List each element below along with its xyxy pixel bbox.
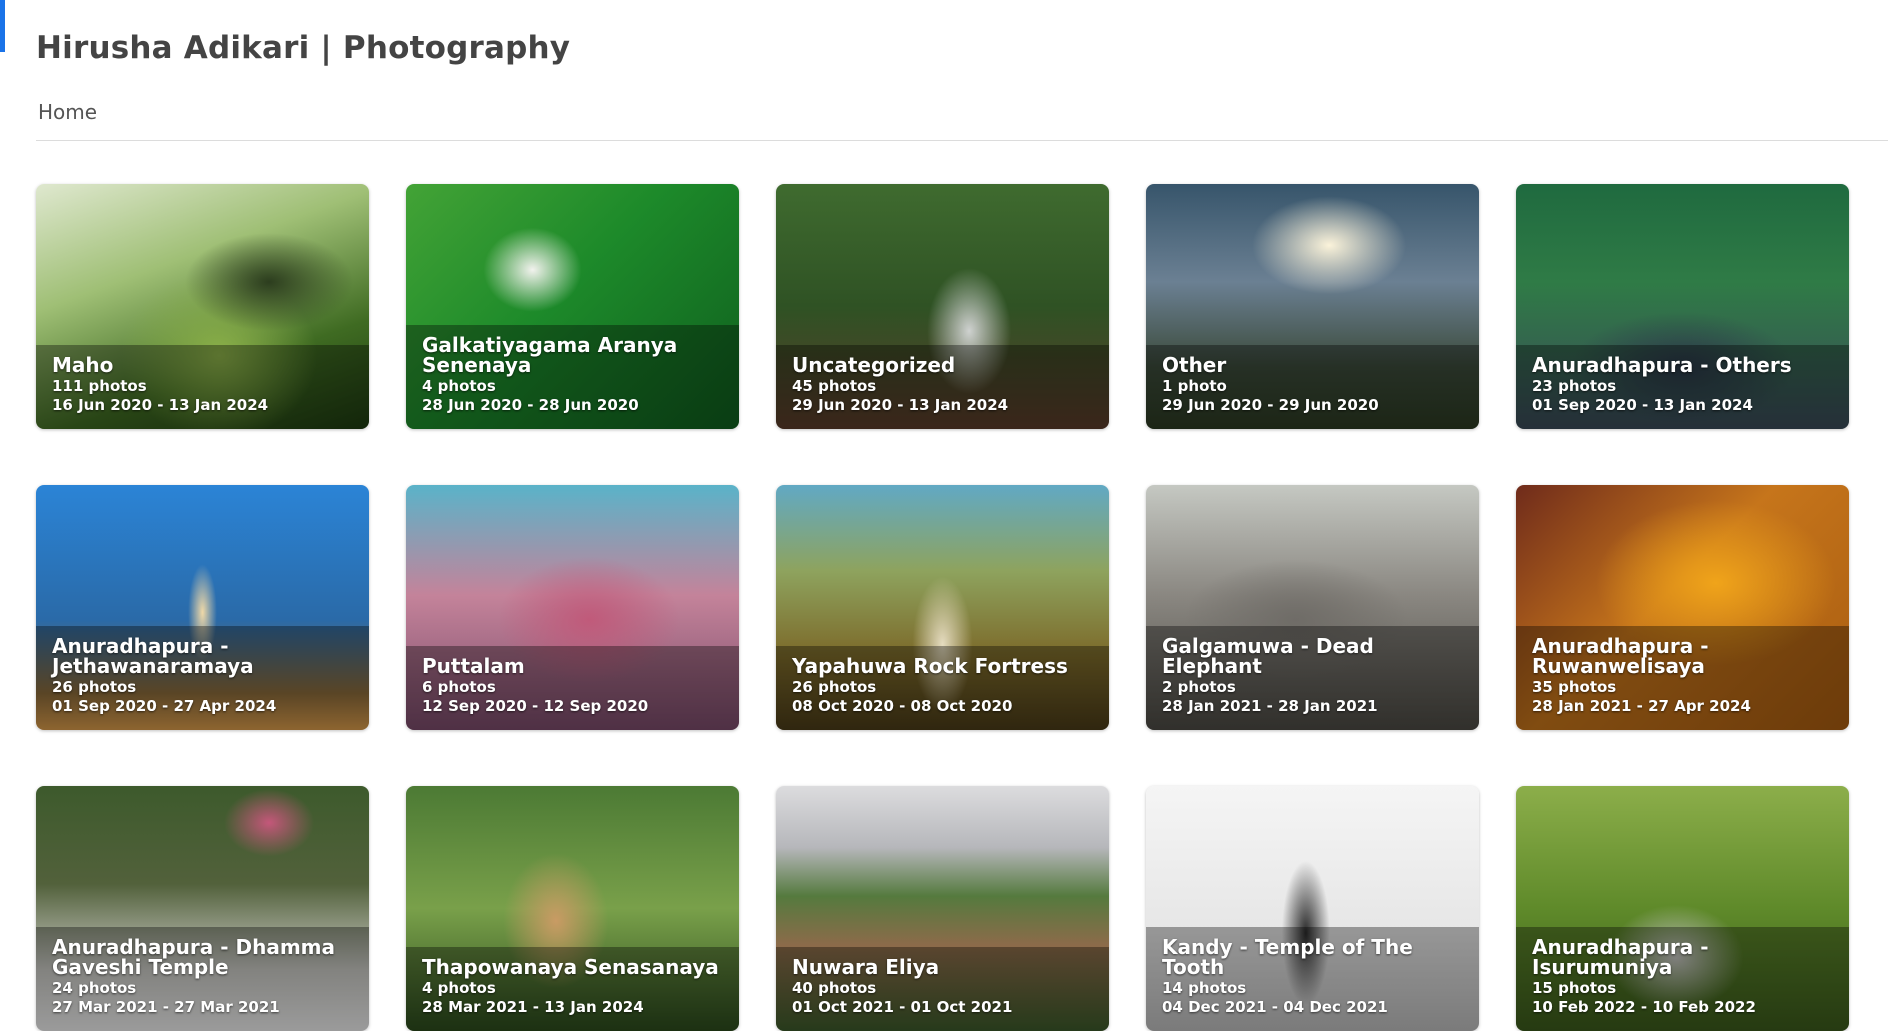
album-date-range: 28 Jun 2020 - 28 Jun 2020: [422, 396, 639, 414]
album-card-uncategorized[interactable]: Uncategorized 45 photos 29 Jun 2020 - 13…: [776, 184, 1109, 429]
album-photo-count: 4 photos: [422, 979, 496, 997]
album-title: Uncategorized: [792, 353, 956, 377]
album-title: Anuradhapura - Dhamma Gaveshi Temple: [52, 935, 336, 979]
album-title: Galkatiyagama Aranya Senenaya: [422, 333, 678, 377]
album-photo-count: 15 photos: [1532, 979, 1617, 997]
album-caption: Galkatiyagama Aranya Senenaya 4 photos 2…: [406, 325, 739, 429]
album-date-range: 04 Dec 2021 - 04 Dec 2021: [1162, 998, 1388, 1016]
album-photo-count: 45 photos: [792, 377, 877, 395]
album-title: Yapahuwa Rock Fortress: [792, 654, 1068, 678]
album-photo-count: 111 photos: [52, 377, 147, 395]
album-date-range: 28 Jan 2021 - 27 Apr 2024: [1532, 697, 1751, 715]
album-title: Anuradhapura - Ruwanwelisaya: [1532, 634, 1709, 678]
album-date-range: 08 Oct 2020 - 08 Oct 2020: [792, 697, 1013, 715]
album-caption: Maho 111 photos 16 Jun 2020 - 13 Jan 202…: [36, 345, 369, 429]
album-photo-count: 14 photos: [1162, 979, 1247, 997]
album-card-galkatiyagama[interactable]: Galkatiyagama Aranya Senenaya 4 photos 2…: [406, 184, 739, 429]
album-date-range: 12 Sep 2020 - 12 Sep 2020: [422, 697, 649, 715]
album-title: Thapowanaya Senasanaya: [422, 955, 719, 979]
album-photo-count: 2 photos: [1162, 678, 1236, 696]
album-caption: Yapahuwa Rock Fortress 26 photos 08 Oct …: [776, 646, 1109, 730]
album-title: Galgamuwa - Dead Elephant: [1162, 634, 1374, 678]
album-card-dhamma-gaveshi[interactable]: Anuradhapura - Dhamma Gaveshi Temple 24 …: [36, 786, 369, 1031]
album-photo-count: 26 photos: [792, 678, 877, 696]
album-date-range: 29 Jun 2020 - 29 Jun 2020: [1162, 396, 1379, 414]
album-photo-count: 24 photos: [52, 979, 137, 997]
album-caption: Anuradhapura - Ruwanwelisaya 35 photos 2…: [1516, 626, 1849, 730]
album-date-range: 28 Mar 2021 - 13 Jan 2024: [422, 998, 644, 1016]
album-card-jethawanaramaya[interactable]: Anuradhapura - Jethawanaramaya 26 photos…: [36, 485, 369, 730]
album-title: Anuradhapura - Jethawanaramaya: [52, 634, 254, 678]
album-caption: Anuradhapura - Others 23 photos 01 Sep 2…: [1516, 345, 1849, 429]
album-photo-count: 26 photos: [52, 678, 137, 696]
album-caption: Galgamuwa - Dead Elephant 2 photos 28 Ja…: [1146, 626, 1479, 730]
album-date-range: 10 Feb 2022 - 10 Feb 2022: [1532, 998, 1756, 1016]
album-card-ruwanwelisaya[interactable]: Anuradhapura - Ruwanwelisaya 35 photos 2…: [1516, 485, 1849, 730]
album-caption: Anuradhapura - Dhamma Gaveshi Temple 24 …: [36, 927, 369, 1031]
album-caption: Anuradhapura - Jethawanaramaya 26 photos…: [36, 626, 369, 730]
album-caption: Puttalam 6 photos 12 Sep 2020 - 12 Sep 2…: [406, 646, 739, 730]
album-photo-count: 23 photos: [1532, 377, 1617, 395]
album-date-range: 01 Sep 2020 - 13 Jan 2024: [1532, 396, 1753, 414]
album-title: Anuradhapura - Isurumuniya: [1532, 935, 1709, 979]
album-photo-count: 40 photos: [792, 979, 877, 997]
album-caption: Nuwara Eliya 40 photos 01 Oct 2021 - 01 …: [776, 947, 1109, 1031]
album-card-puttalam[interactable]: Puttalam 6 photos 12 Sep 2020 - 12 Sep 2…: [406, 485, 739, 730]
album-photo-count: 1 photo: [1162, 377, 1227, 395]
album-card-thapowanaya[interactable]: Thapowanaya Senasanaya 4 photos 28 Mar 2…: [406, 786, 739, 1031]
album-title: Maho: [52, 353, 114, 377]
album-card-maho[interactable]: Maho 111 photos 16 Jun 2020 - 13 Jan 202…: [36, 184, 369, 429]
breadcrumb-home-link[interactable]: Home: [38, 100, 97, 124]
album-card-kandy[interactable]: Kandy - Temple of The Tooth 14 photos 04…: [1146, 786, 1479, 1031]
album-photo-count: 35 photos: [1532, 678, 1617, 696]
album-title: Puttalam: [422, 654, 525, 678]
album-photo-count: 4 photos: [422, 377, 496, 395]
album-grid: Maho 111 photos 16 Jun 2020 - 13 Jan 202…: [36, 184, 1849, 1031]
album-date-range: 28 Jan 2021 - 28 Jan 2021: [1162, 697, 1378, 715]
album-date-range: 27 Mar 2021 - 27 Mar 2021: [52, 998, 280, 1016]
site-title[interactable]: Hirusha Adikari | Photography: [36, 30, 570, 66]
album-card-nuwara-eliya[interactable]: Nuwara Eliya 40 photos 01 Oct 2021 - 01 …: [776, 786, 1109, 1031]
album-caption: Other 1 photo 29 Jun 2020 - 29 Jun 2020: [1146, 345, 1479, 429]
album-date-range: 16 Jun 2020 - 13 Jan 2024: [52, 396, 269, 414]
album-card-other[interactable]: Other 1 photo 29 Jun 2020 - 29 Jun 2020: [1146, 184, 1479, 429]
album-caption: Thapowanaya Senasanaya 4 photos 28 Mar 2…: [406, 947, 739, 1031]
album-caption: Kandy - Temple of The Tooth 14 photos 04…: [1146, 927, 1479, 1031]
album-date-range: 01 Sep 2020 - 27 Apr 2024: [52, 697, 277, 715]
album-title: Anuradhapura - Others: [1532, 353, 1792, 377]
album-caption: Anuradhapura - Isurumuniya 15 photos 10 …: [1516, 927, 1849, 1031]
breadcrumb: Home: [36, 96, 1888, 141]
album-title: Other: [1162, 353, 1227, 377]
album-title: Kandy - Temple of The Tooth: [1162, 935, 1413, 979]
album-card-anuradhapura-others[interactable]: Anuradhapura - Others 23 photos 01 Sep 2…: [1516, 184, 1849, 429]
album-date-range: 29 Jun 2020 - 13 Jan 2024: [792, 396, 1009, 414]
album-card-isurumuniya[interactable]: Anuradhapura - Isurumuniya 15 photos 10 …: [1516, 786, 1849, 1031]
album-card-galgamuwa[interactable]: Galgamuwa - Dead Elephant 2 photos 28 Ja…: [1146, 485, 1479, 730]
album-caption: Uncategorized 45 photos 29 Jun 2020 - 13…: [776, 345, 1109, 429]
accent-bar: [0, 0, 5, 52]
album-title: Nuwara Eliya: [792, 955, 940, 979]
album-photo-count: 6 photos: [422, 678, 496, 696]
album-card-yapahuwa[interactable]: Yapahuwa Rock Fortress 26 photos 08 Oct …: [776, 485, 1109, 730]
album-date-range: 01 Oct 2021 - 01 Oct 2021: [792, 998, 1013, 1016]
